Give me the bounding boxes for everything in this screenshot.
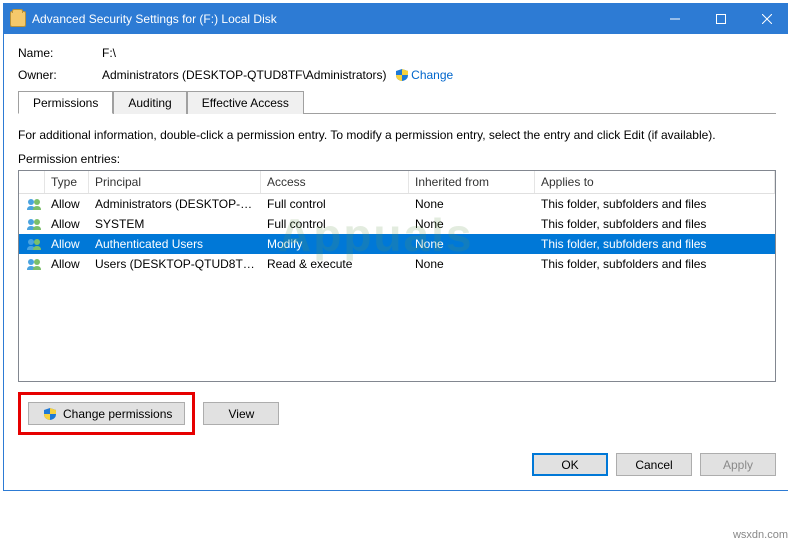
apply-label: Apply — [723, 458, 753, 472]
name-label: Name: — [18, 46, 102, 60]
cell-inherited: None — [409, 237, 535, 251]
footer-buttons: OK Cancel Apply — [18, 453, 776, 476]
footer-url: wsxdn.com — [733, 529, 788, 541]
col-access[interactable]: Access — [261, 171, 409, 193]
cell-type: Allow — [45, 257, 89, 271]
folder-icon — [10, 11, 26, 27]
shield-icon — [43, 407, 57, 421]
entries-label: Permission entries: — [18, 152, 776, 166]
group-icon — [25, 197, 45, 211]
col-type[interactable]: Type — [45, 171, 89, 193]
view-label: View — [228, 407, 254, 421]
cell-applies: This folder, subfolders and files — [535, 257, 775, 271]
col-inherited[interactable]: Inherited from — [409, 171, 535, 193]
change-permissions-highlight: Change permissions — [18, 392, 195, 435]
name-value: F:\ — [102, 46, 116, 60]
group-icon — [25, 257, 45, 271]
cell-principal: Users (DESKTOP-QTUD8TF\Us... — [89, 257, 261, 271]
group-icon — [25, 237, 45, 251]
cell-access: Full control — [261, 217, 409, 231]
cell-principal: SYSTEM — [89, 217, 261, 231]
table-row[interactable]: AllowAuthenticated UsersModifyNoneThis f… — [19, 234, 775, 254]
tabs: Permissions Auditing Effective Access — [18, 90, 776, 114]
ok-label: OK — [561, 458, 578, 472]
view-button[interactable]: View — [203, 402, 279, 425]
table-row[interactable]: AllowSYSTEMFull controlNoneThis folder, … — [19, 214, 775, 234]
cell-access: Read & execute — [261, 257, 409, 271]
group-icon — [25, 217, 45, 231]
security-settings-window: Advanced Security Settings for (F:) Loca… — [3, 3, 788, 491]
cell-inherited: None — [409, 257, 535, 271]
table-row[interactable]: AllowAdministrators (DESKTOP-QT...Full c… — [19, 194, 775, 214]
cancel-label: Cancel — [635, 458, 672, 472]
ok-button[interactable]: OK — [532, 453, 608, 476]
cell-applies: This folder, subfolders and files — [535, 237, 775, 251]
cell-inherited: None — [409, 197, 535, 211]
tab-effective-access[interactable]: Effective Access — [187, 91, 304, 114]
tab-permissions[interactable]: Permissions — [18, 91, 113, 114]
cell-type: Allow — [45, 197, 89, 211]
col-principal[interactable]: Principal — [89, 171, 261, 193]
info-text: For additional information, double-click… — [18, 128, 776, 142]
minimize-button[interactable] — [652, 4, 698, 34]
cell-principal: Authenticated Users — [89, 237, 261, 251]
table-row[interactable]: AllowUsers (DESKTOP-QTUD8TF\Us...Read & … — [19, 254, 775, 274]
cell-access: Full control — [261, 197, 409, 211]
cell-type: Allow — [45, 237, 89, 251]
owner-label: Owner: — [18, 68, 102, 82]
cell-type: Allow — [45, 217, 89, 231]
change-owner-link[interactable]: Change — [411, 68, 453, 82]
titlebar: Advanced Security Settings for (F:) Loca… — [4, 4, 788, 34]
close-button[interactable] — [744, 4, 788, 34]
change-permissions-label: Change permissions — [63, 407, 172, 421]
cell-access: Modify — [261, 237, 409, 251]
window-title: Advanced Security Settings for (F:) Loca… — [32, 12, 652, 26]
maximize-button[interactable] — [698, 4, 744, 34]
change-permissions-button[interactable]: Change permissions — [28, 402, 185, 425]
col-icon[interactable] — [19, 171, 45, 193]
shield-icon — [395, 68, 409, 82]
col-applies[interactable]: Applies to — [535, 171, 775, 193]
owner-value: Administrators (DESKTOP-QTUD8TF\Administ… — [102, 68, 387, 82]
apply-button[interactable]: Apply — [700, 453, 776, 476]
cell-applies: This folder, subfolders and files — [535, 197, 775, 211]
permission-list[interactable]: Type Principal Access Inherited from App… — [18, 170, 776, 382]
cell-inherited: None — [409, 217, 535, 231]
tab-auditing[interactable]: Auditing — [113, 91, 186, 114]
list-header: Type Principal Access Inherited from App… — [19, 171, 775, 194]
cell-applies: This folder, subfolders and files — [535, 217, 775, 231]
cell-principal: Administrators (DESKTOP-QT... — [89, 197, 261, 211]
cancel-button[interactable]: Cancel — [616, 453, 692, 476]
